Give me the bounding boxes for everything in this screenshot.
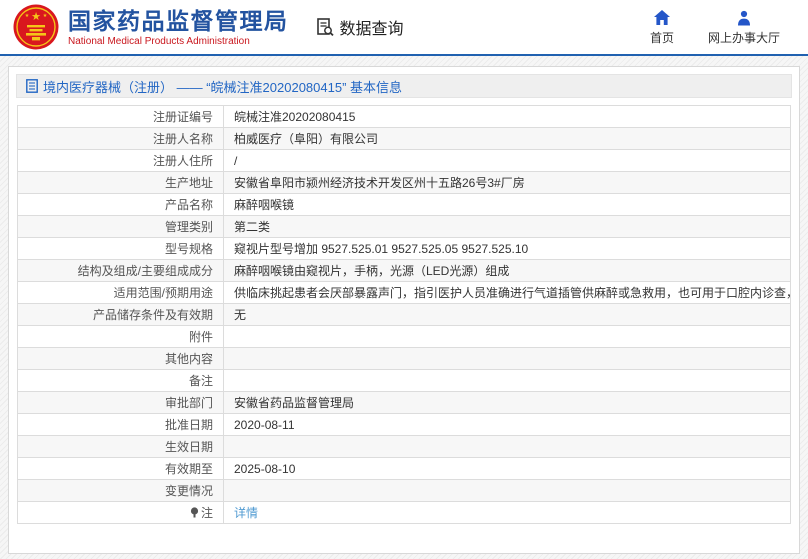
row-label: 结构及组成/主要组成成分 xyxy=(18,260,224,282)
page-body: 境内医疗器械（注册） —— “皖械注准20202080415” 基本信息 注册证… xyxy=(0,56,808,554)
row-value: 麻醉咽喉镜由窥视片，手柄，光源（LED光源）组成 xyxy=(224,260,791,282)
row-label: 注 xyxy=(18,502,224,524)
breadcrumb-text: 境内医疗器械（注册） —— “皖械注准20202080415” 基本信息 xyxy=(43,77,402,96)
person-icon xyxy=(735,8,753,26)
org-name-en: National Medical Products Administration xyxy=(68,36,289,47)
row-value: 安徽省药品监督管理局 xyxy=(224,392,791,414)
table-row: 注册人住所/ xyxy=(18,150,791,172)
row-value: 2020-08-11 xyxy=(224,414,791,436)
table-row: 产品名称麻醉咽喉镜 xyxy=(18,194,791,216)
table-row: 备注 xyxy=(18,370,791,392)
row-label: 注册证编号 xyxy=(18,106,224,128)
table-row: 附件 xyxy=(18,326,791,348)
row-label: 生产地址 xyxy=(18,172,224,194)
table-row: 型号规格窥视片型号增加 9527.525.01 9527.525.05 9527… xyxy=(18,238,791,260)
table-row: 批准日期2020-08-11 xyxy=(18,414,791,436)
row-label: 注册人名称 xyxy=(18,128,224,150)
data-query-tab[interactable]: 数据查询 xyxy=(315,15,404,39)
row-value: 窥视片型号增加 9527.525.01 9527.525.05 9527.525… xyxy=(224,238,791,260)
row-label: 变更情况 xyxy=(18,480,224,502)
org-name: 国家药品监督管理局 xyxy=(68,8,289,34)
row-value xyxy=(224,480,791,502)
nav-home-label: 首页 xyxy=(650,29,674,46)
row-value: 柏威医疗（阜阳）有限公司 xyxy=(224,128,791,150)
home-icon xyxy=(653,8,671,26)
row-label: 备注 xyxy=(18,370,224,392)
row-value: 安徽省阜阳市颍州经济技术开发区州十五路26号3#厂房 xyxy=(224,172,791,194)
national-emblem-logo: ★ ★ ★ xyxy=(13,4,59,50)
table-row: 有效期至2025-08-10 xyxy=(18,458,791,480)
table-row: 其他内容 xyxy=(18,348,791,370)
row-value: 第二类 xyxy=(224,216,791,238)
row-label: 型号规格 xyxy=(18,238,224,260)
row-label: 附件 xyxy=(18,326,224,348)
row-label: 注册人住所 xyxy=(18,150,224,172)
table-row: 生效日期 xyxy=(18,436,791,458)
row-value: 麻醉咽喉镜 xyxy=(224,194,791,216)
header-nav: 首页 网上办事大厅 xyxy=(642,8,780,46)
data-query-icon xyxy=(315,17,335,37)
row-label: 适用范围/预期用途 xyxy=(18,282,224,304)
table-row: 结构及组成/主要组成成分麻醉咽喉镜由窥视片，手柄，光源（LED光源）组成 xyxy=(18,260,791,282)
row-label: 产品名称 xyxy=(18,194,224,216)
row-label: 产品储存条件及有效期 xyxy=(18,304,224,326)
table-row: 适用范围/预期用途供临床挑起患者会厌部暴露声门，指引医护人员准确进行气道插管供麻… xyxy=(18,282,791,304)
table-row: 产品储存条件及有效期无 xyxy=(18,304,791,326)
row-value: / xyxy=(224,150,791,172)
nav-home[interactable]: 首页 xyxy=(642,8,682,46)
svg-text:★: ★ xyxy=(43,13,48,19)
table-row: 注册证编号皖械注准20202080415 xyxy=(18,106,791,128)
row-value: 皖械注准20202080415 xyxy=(224,106,791,128)
row-value: 供临床挑起患者会厌部暴露声门，指引医护人员准确进行气道插管供麻醉或急救用，也可用… xyxy=(224,282,791,304)
row-label: 批准日期 xyxy=(18,414,224,436)
details-link[interactable]: 详情 xyxy=(234,506,258,520)
svg-text:★: ★ xyxy=(31,11,41,23)
table-row: 生产地址安徽省阜阳市颍州经济技术开发区州十五路26号3#厂房 xyxy=(18,172,791,194)
row-value: 无 xyxy=(224,304,791,326)
row-value xyxy=(224,348,791,370)
content-panel: 境内医疗器械（注册） —— “皖械注准20202080415” 基本信息 注册证… xyxy=(8,66,800,554)
org-title-block: 国家药品监督管理局 National Medical Products Admi… xyxy=(68,8,289,47)
row-value xyxy=(224,370,791,392)
document-icon xyxy=(26,79,38,93)
app-header: ★ ★ ★ 国家药品监督管理局 National Medical Product… xyxy=(0,0,808,56)
row-label: 审批部门 xyxy=(18,392,224,414)
svg-text:★: ★ xyxy=(25,13,30,19)
row-label: 有效期至 xyxy=(18,458,224,480)
table-row: 注册人名称柏威医疗（阜阳）有限公司 xyxy=(18,128,791,150)
table-row: 审批部门安徽省药品监督管理局 xyxy=(18,392,791,414)
data-query-label: 数据查询 xyxy=(340,15,404,39)
nav-service-hall[interactable]: 网上办事大厅 xyxy=(708,8,780,46)
table-row: 变更情况 xyxy=(18,480,791,502)
note-icon xyxy=(190,507,199,518)
info-table: 注册证编号皖械注准20202080415注册人名称柏威医疗（阜阳）有限公司注册人… xyxy=(17,105,791,524)
row-value xyxy=(224,436,791,458)
breadcrumb: 境内医疗器械（注册） —— “皖械注准20202080415” 基本信息 xyxy=(16,74,792,98)
row-value xyxy=(224,326,791,348)
row-value: 详情 xyxy=(224,502,791,524)
table-row: 注详情 xyxy=(18,502,791,524)
row-label: 生效日期 xyxy=(18,436,224,458)
row-label: 管理类别 xyxy=(18,216,224,238)
row-value: 2025-08-10 xyxy=(224,458,791,480)
table-row: 管理类别第二类 xyxy=(18,216,791,238)
nav-service-hall-label: 网上办事大厅 xyxy=(708,29,780,46)
row-label: 其他内容 xyxy=(18,348,224,370)
